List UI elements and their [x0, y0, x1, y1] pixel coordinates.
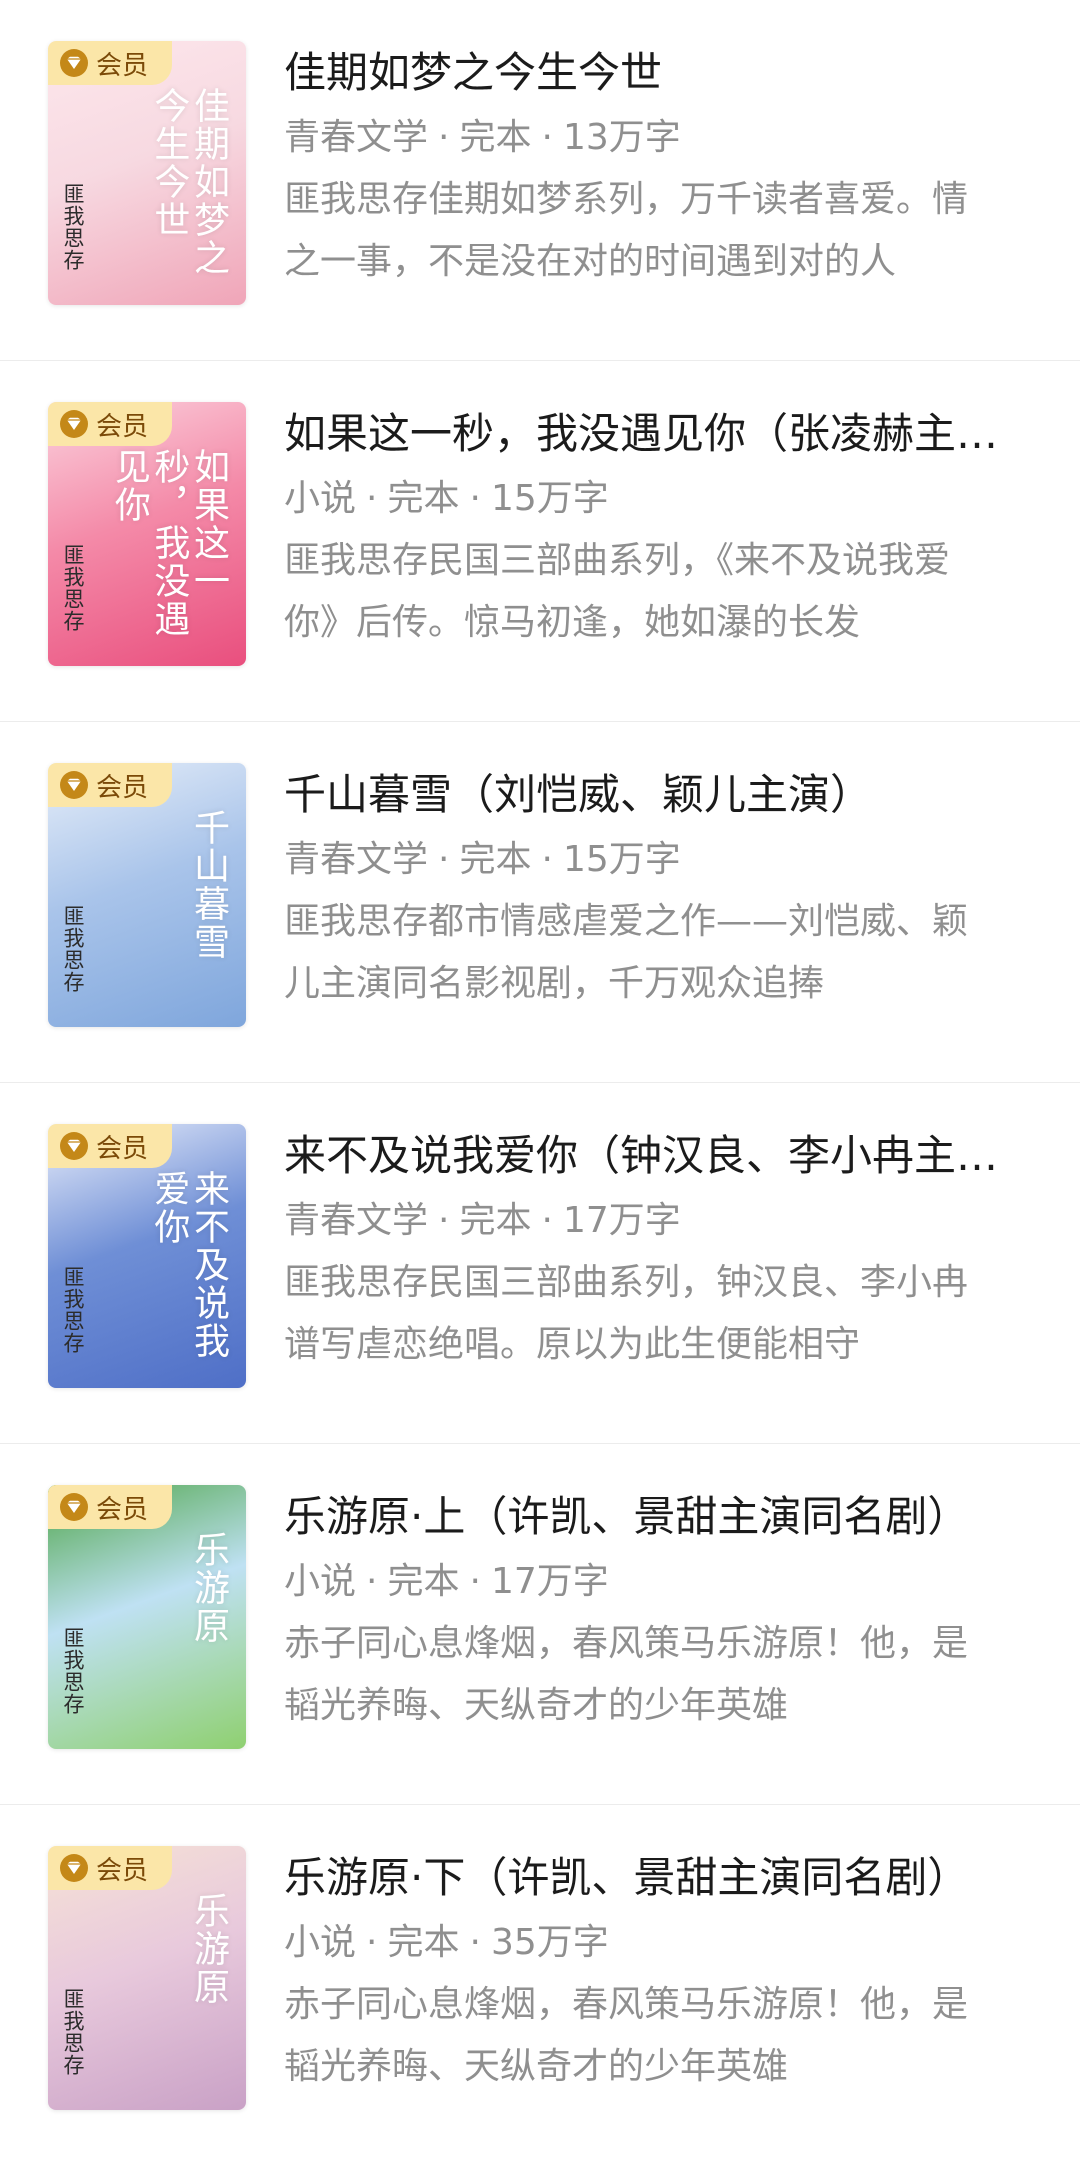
separator: ·: [469, 1561, 481, 1602]
book-status: 完本: [387, 1561, 460, 1602]
book-item[interactable]: 千山暮雪 匪我思存 会员 千山暮雪（刘恺威、颖儿主演） 青春文学 · 完本 · 15万字…: [0, 722, 1080, 1083]
cover-author: 匪我思存: [61, 1627, 85, 1715]
book-meta: 小说 · 完本 · 35万字: [284, 1912, 1000, 1974]
vip-diamond-icon: [60, 1854, 88, 1882]
cover-title: 如果这一秒，我没遇见你: [108, 448, 229, 638]
book-category: 小说: [284, 1922, 357, 1963]
book-title[interactable]: 如果这一秒，我没遇见你（张凌赫主演）: [284, 402, 1000, 466]
book-title[interactable]: 乐游原·上（许凯、景甜主演同名剧）: [284, 1485, 1000, 1549]
book-word-count: 17万字: [562, 1200, 681, 1241]
book-item[interactable]: 佳期如梦之今生今世 匪我思存 会员 佳期如梦之今生今世 青春文学 · 完本 · 13万字…: [0, 0, 1080, 361]
book-info: 来不及说我爱你（钟汉良、李小冉主演） 青春文学 · 完本 · 17万字 匪我思存民国三部…: [284, 1124, 1000, 1376]
book-title[interactable]: 乐游原·下（许凯、景甜主演同名剧）: [284, 1846, 1000, 1910]
separator: ·: [541, 117, 553, 158]
cover-title: 来不及说我爱你: [148, 1170, 229, 1360]
vip-label: 会员: [96, 1494, 149, 1525]
book-cover[interactable]: 佳期如梦之今生今世 匪我思存 会员: [48, 41, 246, 305]
vip-badge: 会员: [48, 402, 172, 446]
book-description: 赤子同心息烽烟，春风策马乐游原！他，是韬光养晦、天纵奇才的少年英雄: [284, 1623, 969, 1726]
book-category: 小说: [284, 478, 357, 519]
cover-title: 佳期如梦之今生今世: [148, 87, 229, 277]
cover-author: 匪我思存: [61, 905, 85, 993]
vip-diamond-icon: [60, 771, 88, 799]
separator: ·: [366, 478, 378, 519]
cover-author: 匪我思存: [61, 183, 85, 271]
vip-diamond-icon: [60, 49, 88, 77]
book-info: 千山暮雪（刘恺威、颖儿主演） 青春文学 · 完本 · 15万字 匪我思存都市情感虐爱之作…: [284, 763, 1000, 1015]
separator: ·: [541, 1200, 553, 1241]
cover-title: 乐游原: [188, 1531, 229, 1645]
book-category: 青春文学: [284, 117, 429, 158]
book-info: 乐游原·下（许凯、景甜主演同名剧） 小说 · 完本 · 35万字 赤子同心息烽烟，春风策…: [284, 1846, 1000, 2098]
vip-label: 会员: [96, 1855, 149, 1886]
book-info: 如果这一秒，我没遇见你（张凌赫主演） 小说 · 完本 · 15万字 匪我思存民国三部曲系…: [284, 402, 1000, 654]
book-category: 青春文学: [284, 839, 429, 880]
book-cover[interactable]: 乐游原 匪我思存 会员: [48, 1485, 246, 1749]
book-description: 匪我思存都市情感虐爱之作——刘恺威、颖儿主演同名影视剧，千万观众追捧: [284, 901, 969, 1004]
vip-label: 会员: [96, 1133, 149, 1164]
vip-label: 会员: [96, 411, 149, 442]
separator: ·: [469, 478, 481, 519]
book-description: 赤子同心息烽烟，春风策马乐游原！他，是韬光养晦、天纵奇才的少年英雄: [284, 1984, 969, 2087]
book-item[interactable]: 乐游原 匪我思存 会员 乐游原·下（许凯、景甜主演同名剧） 小说 · 完本 · 35万字…: [0, 1805, 1080, 2166]
book-item[interactable]: 乐游原 匪我思存 会员 乐游原·上（许凯、景甜主演同名剧） 小说 · 完本 · 17万字…: [0, 1444, 1080, 1805]
separator: ·: [366, 1922, 378, 1963]
book-word-count: 15万字: [562, 839, 681, 880]
book-status: 完本: [387, 1922, 460, 1963]
book-cover[interactable]: 乐游原 匪我思存 会员: [48, 1846, 246, 2110]
book-status: 完本: [459, 117, 532, 158]
vip-badge: 会员: [48, 1124, 172, 1168]
vip-badge: 会员: [48, 1485, 172, 1529]
vip-label: 会员: [96, 772, 149, 803]
cover-title: 千山暮雪: [188, 809, 229, 961]
vip-diamond-icon: [60, 1493, 88, 1521]
book-word-count: 35万字: [490, 1922, 609, 1963]
book-meta: 青春文学 · 完本 · 15万字: [284, 829, 1000, 891]
book-title[interactable]: 佳期如梦之今生今世: [284, 41, 1000, 105]
book-list: 佳期如梦之今生今世 匪我思存 会员 佳期如梦之今生今世 青春文学 · 完本 · 13万字…: [0, 0, 1080, 2166]
book-meta: 青春文学 · 完本 · 17万字: [284, 1190, 1000, 1252]
separator: ·: [438, 117, 450, 158]
book-meta: 小说 · 完本 · 15万字: [284, 468, 1000, 530]
book-cover[interactable]: 如果这一秒，我没遇见你 匪我思存 会员: [48, 402, 246, 666]
separator: ·: [438, 839, 450, 880]
book-meta: 青春文学 · 完本 · 13万字: [284, 107, 1000, 169]
cover-author: 匪我思存: [61, 1988, 85, 2076]
book-status: 完本: [459, 839, 532, 880]
book-item[interactable]: 来不及说我爱你 匪我思存 会员 来不及说我爱你（钟汉良、李小冉主演） 青春文学 ·…: [0, 1083, 1080, 1444]
vip-badge: 会员: [48, 763, 172, 807]
book-info: 佳期如梦之今生今世 青春文学 · 完本 · 13万字 匪我思存佳期如梦系列，万千读者喜爱…: [284, 41, 1000, 293]
cover-author: 匪我思存: [61, 1266, 85, 1354]
vip-label: 会员: [96, 50, 149, 81]
vip-badge: 会员: [48, 1846, 172, 1890]
separator: ·: [438, 1200, 450, 1241]
book-title[interactable]: 来不及说我爱你（钟汉良、李小冉主演）: [284, 1124, 1000, 1188]
book-word-count: 15万字: [490, 478, 609, 519]
vip-diamond-icon: [60, 1132, 88, 1160]
vip-diamond-icon: [60, 410, 88, 438]
book-status: 完本: [387, 478, 460, 519]
book-info: 乐游原·上（许凯、景甜主演同名剧） 小说 · 完本 · 17万字 赤子同心息烽烟，春风策…: [284, 1485, 1000, 1737]
cover-author: 匪我思存: [61, 544, 85, 632]
book-meta: 小说 · 完本 · 17万字: [284, 1551, 1000, 1613]
book-description: 匪我思存佳期如梦系列，万千读者喜爱。情之一事，不是没在对的时间遇到对的人: [284, 179, 969, 282]
book-cover[interactable]: 千山暮雪 匪我思存 会员: [48, 763, 246, 1027]
book-word-count: 13万字: [562, 117, 681, 158]
book-word-count: 17万字: [490, 1561, 609, 1602]
book-title[interactable]: 千山暮雪（刘恺威、颖儿主演）: [284, 763, 1000, 827]
book-cover[interactable]: 来不及说我爱你 匪我思存 会员: [48, 1124, 246, 1388]
book-status: 完本: [459, 1200, 532, 1241]
book-description: 匪我思存民国三部曲系列，钟汉良、李小冉谱写虐恋绝唱。原以为此生便能相守: [284, 1262, 969, 1365]
cover-title: 乐游原: [188, 1892, 229, 2006]
separator: ·: [366, 1561, 378, 1602]
book-item[interactable]: 如果这一秒，我没遇见你 匪我思存 会员 如果这一秒，我没遇见你（张凌赫主演） 小…: [0, 361, 1080, 722]
book-description: 匪我思存民国三部曲系列，《来不及说我爱你》后传。惊马初逢，她如瀑的长发: [284, 540, 951, 643]
book-category: 青春文学: [284, 1200, 429, 1241]
book-category: 小说: [284, 1561, 357, 1602]
separator: ·: [469, 1922, 481, 1963]
vip-badge: 会员: [48, 41, 172, 85]
separator: ·: [541, 839, 553, 880]
